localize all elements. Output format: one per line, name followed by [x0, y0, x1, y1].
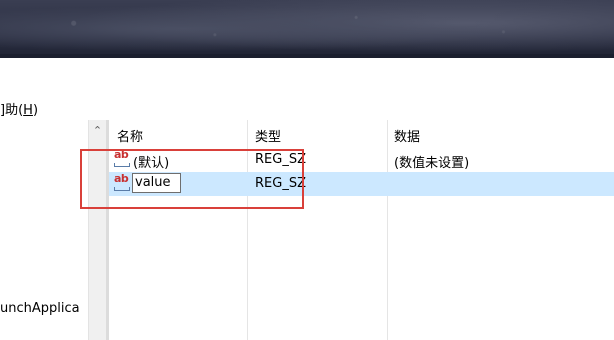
window-top-edge [0, 54, 614, 58]
value-name: (默认) [133, 156, 170, 171]
string-value-icon: ab [114, 172, 130, 191]
value-type: REG_SZ [255, 152, 306, 167]
table-row-selected[interactable]: ab value REG_SZ [109, 172, 614, 196]
tree-vertical-scrollbar[interactable]: ⌃ [88, 120, 106, 340]
table-row[interactable]: ab (默认) REG_SZ (数值未设置) [109, 148, 614, 172]
desktop-background-strip [0, 0, 614, 58]
column-header-name[interactable]: 名称 [117, 126, 143, 145]
value-type: REG_SZ [255, 176, 306, 191]
menu-help[interactable]: ]助(H) [0, 99, 38, 118]
list-header: 名称 类型 数据 [109, 120, 614, 148]
rename-value-input[interactable]: value [132, 173, 181, 193]
column-header-type[interactable]: 类型 [255, 126, 281, 145]
registry-values-list[interactable]: 名称 类型 数据 ab (默认) REG_SZ (数值未设置) ab value… [109, 120, 614, 340]
scroll-up-arrow-icon[interactable]: ⌃ [89, 122, 106, 139]
value-data: (数值未设置) [394, 156, 470, 171]
column-header-data[interactable]: 数据 [394, 126, 420, 145]
string-value-icon: ab [114, 148, 130, 167]
tree-item-launch-application[interactable]: unchApplica [0, 301, 80, 316]
menu-bar: ]助(H) [0, 94, 614, 120]
registry-key-tree[interactable]: unchApplica [0, 120, 88, 340]
